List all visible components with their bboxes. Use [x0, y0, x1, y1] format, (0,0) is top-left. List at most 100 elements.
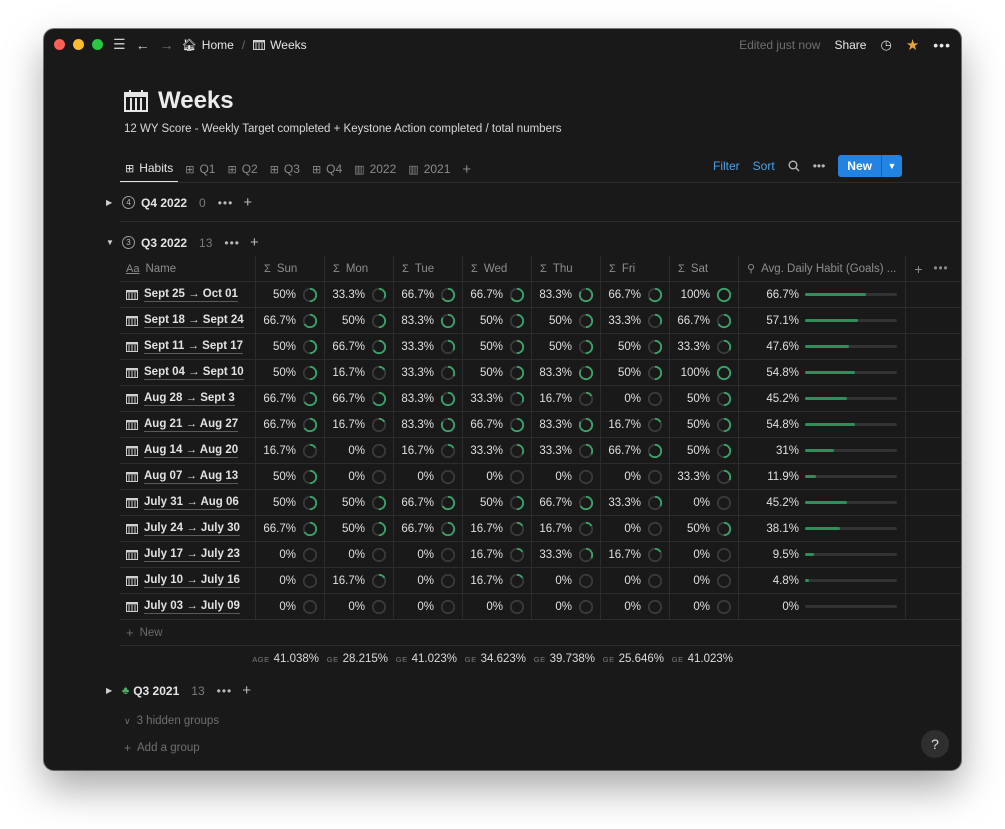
day-cell-mon[interactable]: 50% [325, 516, 394, 541]
day-cell-sun[interactable]: 16.7% [256, 438, 325, 463]
filter-button[interactable]: Filter [713, 159, 740, 173]
day-cell-fri[interactable]: 16.7% [601, 542, 670, 567]
day-cell-sun[interactable]: 50% [256, 360, 325, 385]
avg-cell[interactable]: 0% [739, 594, 906, 619]
day-cell-wed[interactable]: 50% [463, 360, 532, 385]
day-cell-thu[interactable]: 33.3% [532, 542, 601, 567]
day-cell-fri[interactable]: 33.3% [601, 308, 670, 333]
day-cell-sun[interactable]: 66.7% [256, 308, 325, 333]
day-cell-sat[interactable]: 100% [670, 282, 739, 307]
tab-q2[interactable]: ⊞ Q2 [222, 155, 262, 183]
help-button[interactable]: ? [921, 730, 949, 758]
row-name-cell[interactable]: Aug 07 → Aug 13 [120, 464, 256, 489]
row-title[interactable]: Sept 18 → Sept 24 [126, 314, 244, 328]
day-cell-sat[interactable]: 50% [670, 516, 739, 541]
row-name-cell[interactable]: July 10 → July 16 [120, 568, 256, 593]
add-column-icon[interactable]: + [906, 256, 931, 281]
day-cell-mon[interactable]: 0% [325, 464, 394, 489]
day-cell-sun[interactable]: 0% [256, 594, 325, 619]
row-title[interactable]: July 03 → July 09 [126, 600, 240, 614]
day-cell-fri[interactable]: 50% [601, 334, 670, 359]
day-cell-wed[interactable]: 66.7% [463, 412, 532, 437]
tab-q3[interactable]: ⊞ Q3 [265, 155, 305, 183]
day-cell-wed[interactable]: 50% [463, 308, 532, 333]
day-cell-tue[interactable]: 83.3% [394, 412, 463, 437]
avg-cell[interactable]: 11.9% [739, 464, 906, 489]
day-cell-thu[interactable]: 16.7% [532, 386, 601, 411]
row-title[interactable]: July 24 → July 30 [126, 522, 240, 536]
row-title[interactable]: Aug 14 → Aug 20 [126, 444, 239, 458]
day-cell-sun[interactable]: 0% [256, 542, 325, 567]
column-header-wed[interactable]: Σ Wed [463, 256, 532, 281]
calc-cell-mon[interactable]: GE 28.215% [325, 653, 394, 665]
more-options-icon[interactable]: ••• [933, 37, 951, 53]
group-q3-2021[interactable]: ▶ ♣ Q3 2021 13 ••• + [106, 682, 251, 699]
day-cell-sat[interactable]: 50% [670, 386, 739, 411]
group-more-icon[interactable]: ••• [217, 684, 233, 698]
row-title[interactable]: July 10 → July 16 [126, 574, 240, 588]
day-cell-sat[interactable]: 50% [670, 438, 739, 463]
day-cell-fri[interactable]: 0% [601, 516, 670, 541]
row-title[interactable]: July 17 → July 23 [126, 548, 240, 562]
day-cell-sun[interactable]: 50% [256, 334, 325, 359]
day-cell-thu[interactable]: 66.7% [532, 490, 601, 515]
day-cell-mon[interactable]: 16.7% [325, 568, 394, 593]
sidebar-menu-icon[interactable]: ☰ [113, 36, 126, 53]
day-cell-sat[interactable]: 0% [670, 594, 739, 619]
add-view-icon[interactable]: + [457, 155, 476, 183]
day-cell-sun[interactable]: 66.7% [256, 412, 325, 437]
close-window-button[interactable] [54, 39, 65, 50]
chevron-down-icon[interactable]: ▼ [882, 155, 902, 177]
row-name-cell[interactable]: Aug 14 → Aug 20 [120, 438, 256, 463]
row-title[interactable]: Aug 07 → Aug 13 [126, 470, 239, 484]
day-cell-mon[interactable]: 50% [325, 490, 394, 515]
day-cell-fri[interactable]: 33.3% [601, 490, 670, 515]
day-cell-thu[interactable]: 33.3% [532, 438, 601, 463]
column-header-fri[interactable]: Σ Fri [601, 256, 670, 281]
row-title[interactable]: Sept 04 → Sept 10 [126, 366, 244, 380]
day-cell-thu[interactable]: 50% [532, 308, 601, 333]
page-description[interactable]: 12 WY Score - Weekly Target completed + … [124, 123, 562, 135]
day-cell-thu[interactable]: 50% [532, 334, 601, 359]
avg-cell[interactable]: 31% [739, 438, 906, 463]
day-cell-wed[interactable]: 50% [463, 490, 532, 515]
add-group-button[interactable]: + Add a group [124, 741, 200, 755]
day-cell-sat[interactable]: 66.7% [670, 308, 739, 333]
minimize-window-button[interactable] [73, 39, 84, 50]
avg-cell[interactable]: 45.2% [739, 490, 906, 515]
column-header-name[interactable]: Aa Name [120, 256, 256, 281]
share-button[interactable]: Share [834, 38, 866, 52]
column-header-sun[interactable]: Σ Sun [256, 256, 325, 281]
back-arrow-icon[interactable]: ← [136, 37, 150, 53]
day-cell-tue[interactable]: 0% [394, 542, 463, 567]
avg-cell[interactable]: 57.1% [739, 308, 906, 333]
day-cell-tue[interactable]: 83.3% [394, 386, 463, 411]
tab-q4[interactable]: ⊞ Q4 [307, 155, 347, 183]
calc-cell-thu[interactable]: GE 39.738% [532, 653, 601, 665]
avg-cell[interactable]: 45.2% [739, 386, 906, 411]
maximize-window-button[interactable] [92, 39, 103, 50]
day-cell-tue[interactable]: 0% [394, 568, 463, 593]
day-cell-tue[interactable]: 0% [394, 464, 463, 489]
day-cell-fri[interactable]: 16.7% [601, 412, 670, 437]
row-name-cell[interactable]: July 24 → July 30 [120, 516, 256, 541]
day-cell-sun[interactable]: 0% [256, 568, 325, 593]
day-cell-wed[interactable]: 33.3% [463, 438, 532, 463]
day-cell-sun[interactable]: 50% [256, 464, 325, 489]
row-name-cell[interactable]: July 03 → July 09 [120, 594, 256, 619]
day-cell-wed[interactable]: 33.3% [463, 386, 532, 411]
day-cell-wed[interactable]: 50% [463, 334, 532, 359]
day-cell-thu[interactable]: 0% [532, 594, 601, 619]
group-add-icon[interactable]: + [243, 194, 252, 211]
day-cell-fri[interactable]: 50% [601, 360, 670, 385]
collapsed-triangle-icon[interactable]: ▶ [106, 198, 122, 207]
day-cell-thu[interactable]: 83.3% [532, 360, 601, 385]
history-clock-icon[interactable]: ◷ [880, 37, 891, 53]
new-button-label[interactable]: New [838, 155, 882, 177]
day-cell-wed[interactable]: 66.7% [463, 282, 532, 307]
breadcrumb-home[interactable]: Home [202, 38, 234, 52]
day-cell-sun[interactable]: 50% [256, 490, 325, 515]
day-cell-sun[interactable]: 66.7% [256, 516, 325, 541]
day-cell-thu[interactable]: 16.7% [532, 516, 601, 541]
row-title[interactable]: Sept 11 → Sept 17 [126, 340, 244, 354]
